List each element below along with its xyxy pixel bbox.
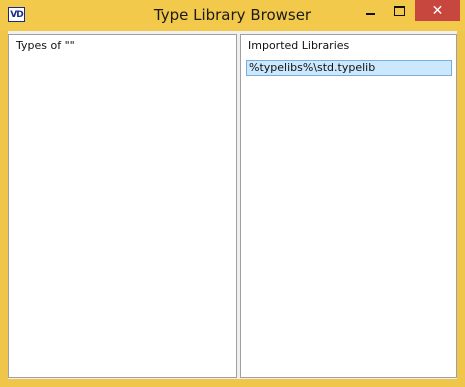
client-area: Types of "" Imported Libraries %typelibs…	[8, 31, 457, 379]
types-list[interactable]: Types of ""	[8, 34, 237, 378]
library-list-item[interactable]: %typelibs%\std.typelib	[246, 60, 452, 76]
maximize-button[interactable]	[386, 0, 413, 21]
minimize-button[interactable]	[357, 0, 384, 21]
imported-libraries-header: Imported Libraries	[248, 39, 350, 52]
title-bar[interactable]: VD Type Library Browser ✕	[0, 0, 465, 31]
maximize-icon	[394, 5, 405, 16]
minimize-icon	[366, 12, 375, 15]
close-button[interactable]: ✕	[415, 0, 460, 21]
types-header: Types of ""	[16, 39, 75, 52]
app-window: VD Type Library Browser ✕ Types of "" Im…	[0, 0, 465, 387]
imported-libraries-list[interactable]: Imported Libraries %typelibs%\std.typeli…	[240, 34, 457, 378]
